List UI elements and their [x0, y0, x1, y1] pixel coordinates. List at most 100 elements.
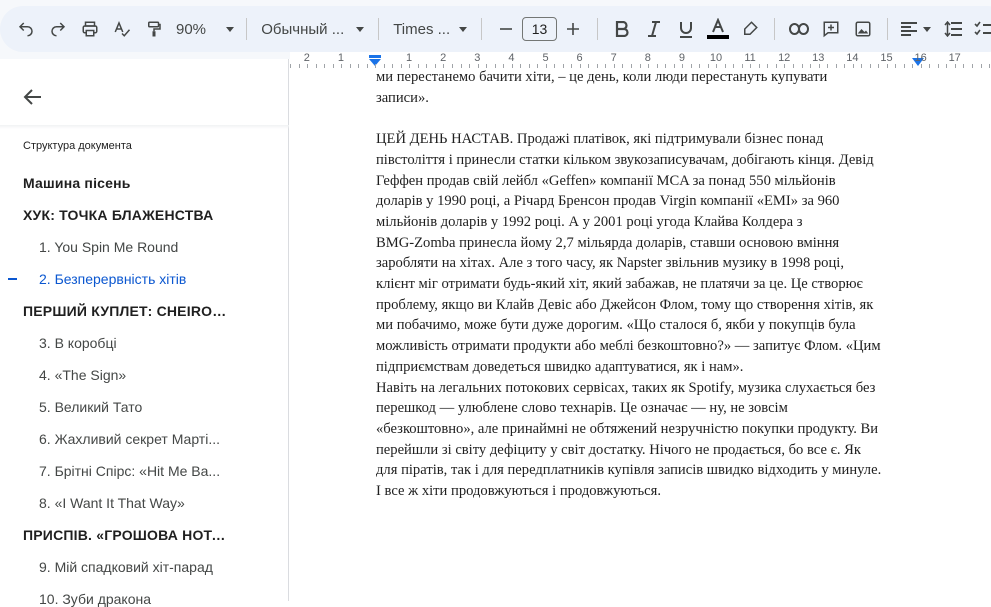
align-left-icon [901, 22, 917, 36]
document-page[interactable]: ми перестанемо бачити хіти, – це день, к… [290, 68, 991, 601]
undo-icon [18, 22, 33, 37]
ruler-label: 16 [914, 52, 927, 64]
text-line: проблему, якщо ви Клайв Девіс або Джейсо… [376, 296, 874, 313]
divider [887, 18, 888, 40]
chevron-down-icon [226, 26, 235, 32]
print-button[interactable] [74, 13, 106, 45]
arrow-back-icon [23, 89, 41, 105]
ruler-label: 14 [846, 52, 859, 64]
zoom-value: 90% [176, 20, 207, 38]
text-line: клієнт міг отримати будь-який хіт, який … [376, 276, 863, 293]
bold-button[interactable] [606, 13, 638, 45]
zoom-select[interactable]: 90% [170, 21, 238, 38]
checklist-icon [974, 21, 991, 36]
line-spacing-icon [944, 21, 962, 37]
ruler-label: 2 [303, 52, 310, 64]
outline-item[interactable]: 3. В коробці [39, 335, 229, 351]
text-line: Навіть на легальних потокових сервісах, … [376, 379, 876, 396]
redo-button[interactable] [42, 13, 74, 45]
outline-item-active[interactable]: 2. Безперервність хітів [39, 271, 229, 287]
text-line: перейшли зі світу дефіциту у світ достат… [376, 441, 861, 458]
text-line: BMG-Zomba принесла йому 2,7 мільярда дол… [376, 234, 840, 251]
font-size-input[interactable]: 13 [521, 17, 557, 41]
plus-icon [567, 23, 579, 35]
link-icon [789, 23, 809, 35]
text-line: підприємствам доведеться швидко адаптува… [376, 358, 744, 375]
minus-icon [499, 28, 512, 30]
empty-line [376, 108, 920, 129]
insert-image-button[interactable] [847, 13, 879, 45]
text-line: «безкоштовно», але принаймні не обтяжени… [376, 420, 879, 437]
text-line: І все ж хіти продовжуються і продовжують… [376, 483, 661, 500]
redo-icon [51, 22, 66, 37]
outline-item[interactable]: ХУК: ТОЧКА БЛАЖЕНСТВА [23, 207, 233, 223]
outline-item[interactable]: 5. Великий Тато [39, 399, 229, 415]
underline-icon [680, 21, 692, 38]
outline-item[interactable]: 7. Брітні Спірс: «Hit Me Ba... [39, 463, 229, 479]
print-icon [82, 21, 98, 37]
text-color-button[interactable] [702, 13, 734, 45]
text-line: для піратів, так і для передплатників ку… [376, 462, 882, 479]
outline-item[interactable]: 9. Мій спадковий хіт-парад [39, 559, 229, 575]
outline-item[interactable]: Машина пісень [23, 175, 233, 191]
text-line: ЦЕЙ ДЕНЬ НАСТАВ. Продажі платівок, які п… [376, 131, 824, 148]
font-value: Times ... [393, 20, 451, 38]
font-select[interactable]: Times ... [387, 21, 473, 38]
document-outline-panel: Структура документа Машина пісень ХУК: Т… [0, 59, 289, 607]
insert-comment-button[interactable] [815, 13, 847, 45]
italic-button[interactable] [638, 13, 670, 45]
text-line: Геффен продав свій лейбл «Geffen» компан… [376, 172, 836, 189]
paint-format-icon [148, 21, 161, 37]
text-line: півстоліття і принесли статки кільком зв… [376, 151, 874, 168]
text-line: перешкод — улюблене слово технарів. Це о… [376, 400, 788, 417]
text-line: записи». [376, 89, 429, 106]
style-value: Обычный ... [261, 20, 345, 38]
style-select[interactable]: Обычный ... [255, 21, 370, 38]
spellcheck-button[interactable] [106, 13, 138, 45]
text-color-icon [707, 18, 729, 39]
ruler-label: 6 [576, 52, 583, 64]
outline-item[interactable]: 6. Жахливий секрет Марті... [39, 431, 229, 447]
ruler-label: 7 [610, 52, 617, 64]
divider [597, 18, 598, 40]
ruler-label: 17 [948, 52, 961, 64]
ruler-label: 10 [709, 52, 723, 64]
paint-format-button[interactable] [138, 13, 170, 45]
ruler-label: 4 [508, 52, 515, 64]
ruler-label: 1 [406, 52, 413, 64]
text-line: можливість отримати продукти або меблі б… [376, 338, 881, 355]
outline-item[interactable]: 1. You Spin Me Round [39, 239, 229, 255]
ruler-label: 9 [678, 52, 685, 64]
document-body[interactable]: ми перестанемо бачити хіти, – це день, к… [376, 68, 920, 502]
divider [0, 125, 289, 129]
line-spacing-button[interactable] [936, 13, 970, 45]
decrease-font-size-button[interactable] [490, 13, 522, 45]
checklist-button[interactable] [970, 13, 991, 45]
close-outline-button[interactable] [21, 85, 45, 109]
underline-button[interactable] [670, 13, 702, 45]
insert-link-button[interactable] [783, 13, 815, 45]
toolbar-pill: 90% Обычный ... Times ... 13 [0, 6, 991, 52]
outline-item[interactable]: 4. «The Sign» [39, 367, 229, 383]
ruler-label: 12 [778, 52, 791, 64]
highlight-icon [744, 21, 758, 35]
image-icon [855, 21, 871, 37]
align-button[interactable] [896, 13, 936, 45]
divider [246, 18, 248, 40]
highlight-button[interactable] [734, 13, 766, 45]
outline-item[interactable]: ПЕРШИЙ КУПЛЕТ: CHEIRON:... [23, 303, 233, 319]
text-line: доларів у 1990 році, а Річард Бренсон пр… [376, 193, 840, 210]
text-line: мільйонів доларів у 1992 році. А у 2001 … [376, 213, 803, 230]
increase-font-size-button[interactable] [557, 13, 589, 45]
horizontal-ruler[interactable]: 2 1 1 2 3 4 5 6 7 8 9 10 11 12 13 14 15 16 17 [290, 52, 991, 69]
ruler-label: 8 [644, 52, 651, 64]
text-line: ми побачимо, може бути дуже дорогим. «Що… [376, 317, 856, 334]
outline-item[interactable]: ПРИСПІВ. «ГРОШОВА НОТА... [23, 527, 233, 543]
outline-item[interactable]: 10. Зуби дракона [39, 591, 229, 607]
outline-item[interactable]: 8. «I Want It That Way» [39, 495, 229, 511]
divider [378, 18, 380, 40]
ruler-label: 13 [812, 52, 825, 64]
outline-title: Структура документа [23, 140, 132, 152]
divider [774, 18, 775, 40]
undo-button[interactable] [10, 13, 42, 45]
